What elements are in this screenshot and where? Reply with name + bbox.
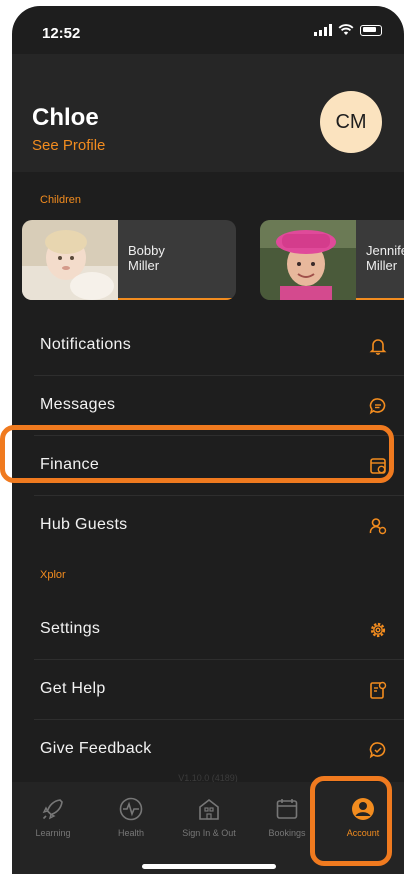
tab-learning[interactable]: Learning — [16, 796, 90, 856]
feedback-icon — [369, 742, 386, 759]
signal-icon — [314, 24, 332, 36]
child-card-underline — [118, 298, 236, 300]
menu-item-hub-guests[interactable]: Hub Guests — [12, 496, 404, 556]
menu-item-settings[interactable]: Settings — [12, 600, 404, 660]
wifi-icon — [338, 24, 354, 35]
child-card-bobby[interactable]: Bobby Miller — [22, 220, 236, 300]
help-document-icon — [370, 681, 387, 699]
tab-sign-in-out[interactable]: Sign In & Out — [172, 796, 246, 856]
avatar[interactable]: CM — [320, 91, 382, 153]
child-name: JenniferMiller — [366, 243, 404, 273]
menu-label: Notifications — [40, 336, 132, 353]
status-bar: 12:52 — [12, 6, 404, 54]
building-icon — [199, 798, 219, 820]
heartbeat-icon — [119, 797, 143, 821]
guest-user-icon — [369, 518, 387, 535]
battery-icon — [360, 24, 382, 36]
child-photo — [22, 220, 118, 300]
tab-health[interactable]: Health — [94, 796, 168, 856]
home-indicator[interactable] — [142, 864, 276, 869]
child-card-underline — [356, 298, 404, 300]
profile-header: Chloe See Profile CM — [12, 54, 404, 172]
rocket-icon — [42, 799, 63, 820]
menu-label: Messages — [40, 396, 116, 413]
chat-bubble-icon — [369, 398, 386, 415]
menu-label: Hub Guests — [40, 516, 128, 533]
menu-label: Settings — [40, 620, 101, 637]
menu-item-notifications[interactable]: Notifications — [12, 316, 404, 376]
see-profile-link[interactable]: See Profile — [32, 137, 105, 154]
child-photo — [260, 220, 356, 300]
bell-icon — [369, 339, 387, 355]
tab-label: Sign In & Out — [182, 828, 236, 838]
children-section-label: Children — [40, 194, 81, 206]
children-carousel[interactable]: BobbyMiller JenniferMiller — [12, 220, 404, 304]
menu-label: Finance — [40, 456, 100, 473]
menu-item-give-feedback[interactable]: Give Feedback — [12, 720, 404, 780]
calendar-icon — [276, 799, 298, 819]
menu-item-messages[interactable]: Messages — [12, 376, 404, 436]
profile-name: Chloe — [32, 104, 99, 131]
status-icons — [314, 24, 382, 36]
menu-label: Get Help — [40, 680, 106, 697]
menu-item-get-help[interactable]: Get Help — [12, 660, 404, 720]
tab-label: Health — [117, 828, 144, 838]
menu-item-finance[interactable]: Finance — [12, 436, 404, 496]
xplor-section-label: Xplor — [40, 569, 66, 581]
child-card-jennifer[interactable]: JenniferMiller — [260, 220, 404, 300]
phone-screen: 12:52 Chloe See Profile CM Children Bobb… — [12, 6, 404, 874]
tab-label: Learning — [35, 828, 71, 838]
child-name: Bobby Miller — [128, 243, 165, 273]
menu-label: Give Feedback — [40, 740, 152, 757]
invoice-icon — [370, 458, 386, 474]
gear-icon — [370, 622, 386, 638]
account-tab-highlight-outline — [310, 776, 392, 866]
status-time: 12:52 — [42, 25, 81, 42]
